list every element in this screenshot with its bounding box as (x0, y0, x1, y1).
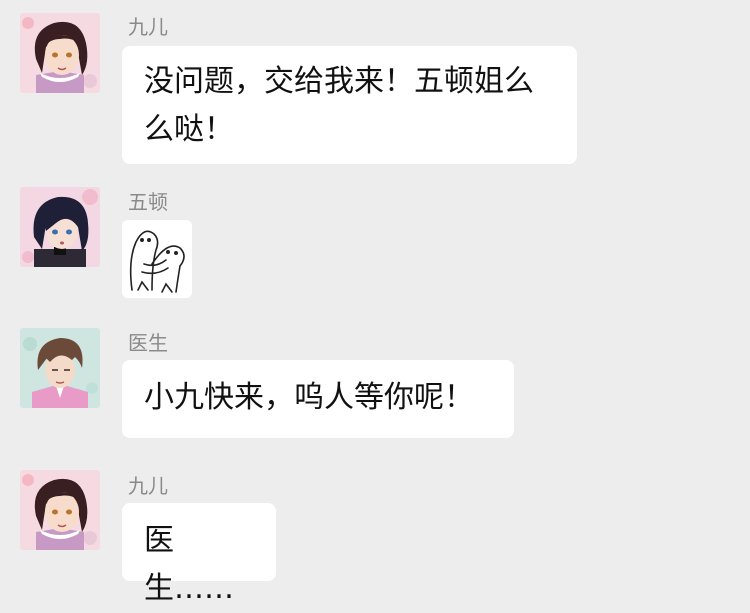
hugging-doodle-sticker-icon[interactable] (122, 220, 192, 298)
message-bubble[interactable]: 没问题，交给我来！五顿姐么么哒！ (122, 46, 577, 164)
message-text: 没问题，交给我来！五顿姐么么哒！ (144, 64, 534, 147)
chat-message: 医生 小九快来，呜人等你呢！ (0, 320, 750, 460)
message-bubble[interactable]: 医生…… (122, 503, 276, 606)
chat-message: 九儿 医生…… (0, 460, 750, 606)
sender-name: 九儿 (128, 15, 168, 39)
message-text: 医生…… (144, 523, 234, 606)
sender-name: 五顿 (128, 190, 168, 214)
man-pink-shirt-avatar-icon[interactable] (20, 328, 100, 408)
chat-message: 五顿 (0, 180, 750, 320)
chat-message: 九儿 没问题，交给我来！五顿姐么么哒！ (0, 0, 750, 180)
girl-dark-hair-avatar-icon[interactable] (20, 13, 100, 93)
sender-name: 医生 (128, 331, 168, 355)
boy-blue-eyes-avatar-icon[interactable] (20, 187, 100, 267)
girl-dark-hair-avatar-icon[interactable] (20, 470, 100, 550)
message-bubble[interactable]: 小九快来，呜人等你呢！ (122, 360, 514, 438)
sender-name: 九儿 (128, 474, 168, 498)
message-text: 小九快来，呜人等你呢！ (144, 380, 474, 415)
